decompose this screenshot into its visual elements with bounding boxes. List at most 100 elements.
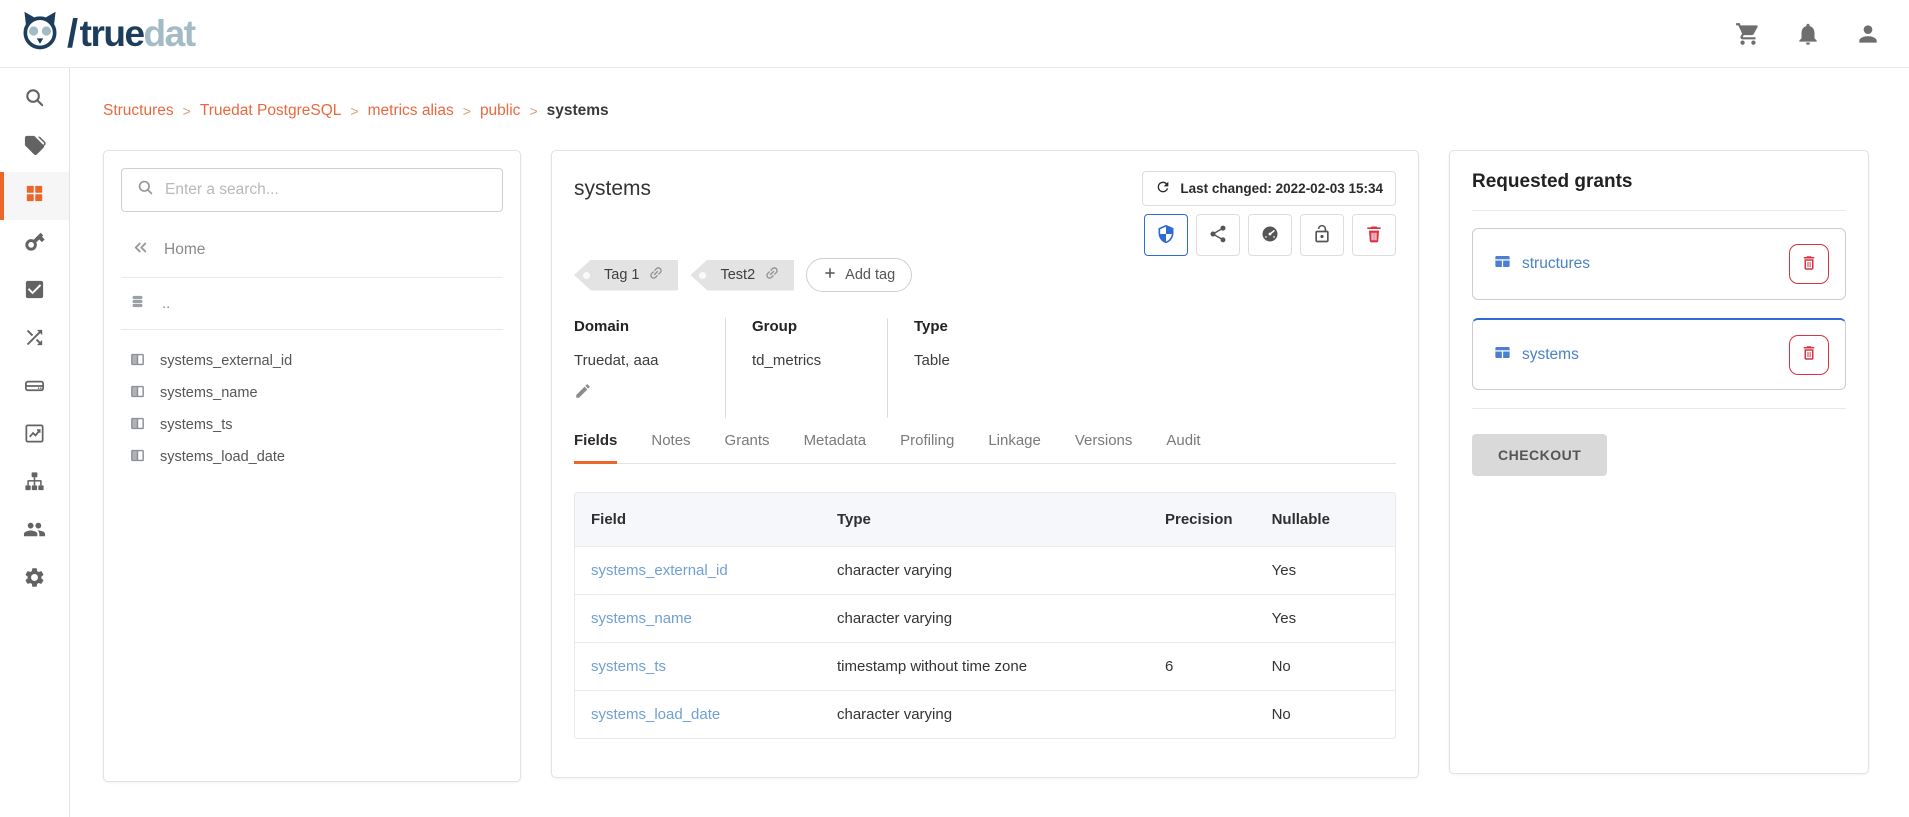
sidebar-item-search[interactable]: [0, 76, 69, 124]
field-precision: 6: [1149, 643, 1256, 691]
breadcrumb-truedat-postgresql[interactable]: Truedat PostgreSQL: [200, 102, 342, 120]
sidebar-item-permissions[interactable]: [0, 220, 69, 268]
breadcrumb: Structures > Truedat PostgreSQL > metric…: [103, 102, 1869, 120]
notifications-bell-icon[interactable]: [1795, 21, 1821, 47]
field-precision: [1149, 547, 1256, 595]
requested-grants-panel: Requested grants structures systems: [1449, 150, 1869, 774]
table-icon: [1493, 343, 1512, 367]
tab-audit[interactable]: Audit: [1166, 432, 1200, 464]
sidebar-item-sources[interactable]: [0, 364, 69, 412]
tab-profiling[interactable]: Profiling: [900, 432, 954, 464]
field-link[interactable]: systems_external_id: [591, 562, 728, 579]
unlock-icon: [1312, 224, 1332, 247]
field-link[interactable]: systems_name: [591, 610, 692, 627]
field-link[interactable]: systems_load_date: [591, 706, 720, 723]
unlock-button[interactable]: [1300, 214, 1344, 256]
last-changed-badge[interactable]: Last changed: 2022-02-03 15:34: [1142, 171, 1396, 206]
gear-icon: [23, 566, 46, 594]
sidebar-item-taxonomy[interactable]: [0, 460, 69, 508]
table-icon: [1493, 252, 1512, 276]
remove-grant-button[interactable]: [1789, 244, 1829, 284]
truedat-logo[interactable]: / truedat: [18, 9, 195, 58]
delete-button[interactable]: [1352, 214, 1396, 256]
group-value: td_metrics: [752, 352, 841, 369]
breadcrumb-metrics-alias[interactable]: metrics alias: [368, 102, 454, 120]
divider: [121, 329, 503, 330]
explorer-field-item[interactable]: systems_name: [129, 377, 503, 409]
field-precision: [1149, 691, 1256, 739]
column-header-nullable: Nullable: [1256, 493, 1395, 547]
last-changed-text: Last changed: 2022-02-03 15:34: [1180, 181, 1383, 196]
sitemap-icon: [23, 470, 46, 498]
divider: [1472, 408, 1846, 409]
line-chart-icon: [23, 422, 46, 450]
explorer-field-item[interactable]: systems_load_date: [129, 441, 503, 473]
sidebar-item-dashboards[interactable]: [0, 412, 69, 460]
pencil-icon: [574, 387, 592, 404]
sidebar-item-lineage[interactable]: [0, 316, 69, 364]
add-tag-button[interactable]: Add tag: [806, 258, 912, 292]
breadcrumb-public[interactable]: public: [480, 102, 521, 120]
tab-metadata[interactable]: Metadata: [804, 432, 867, 464]
detail-tabs: Fields Notes Grants Metadata Profiling L…: [574, 432, 1396, 464]
share-button[interactable]: [1196, 214, 1240, 256]
modules-grid-icon: [23, 182, 46, 210]
sidebar-item-users[interactable]: [0, 508, 69, 556]
tag-pill[interactable]: Tag 1: [574, 260, 678, 291]
fields-table: Field Type Precision Nullable systems_ex…: [574, 492, 1396, 739]
remove-grant-button[interactable]: [1789, 335, 1829, 375]
divider: [121, 277, 503, 278]
explorer-home-link[interactable]: Home: [131, 238, 503, 262]
gauge-icon: [1260, 224, 1280, 247]
shield-icon: [1156, 224, 1176, 247]
explorer-parent-link[interactable]: ..: [129, 293, 503, 314]
tab-fields[interactable]: Fields: [574, 432, 617, 464]
sidebar-item-tags[interactable]: [0, 124, 69, 172]
table-column-icon: [129, 351, 146, 372]
chevron-double-left-icon: [131, 238, 150, 262]
cart-icon[interactable]: [1735, 21, 1761, 47]
sidebar-item-structures[interactable]: [0, 172, 69, 220]
tag-pill[interactable]: Test2: [690, 260, 794, 291]
table-column-icon: [129, 447, 146, 468]
checkout-button[interactable]: CHECKOUT: [1472, 434, 1607, 476]
field-link[interactable]: systems_ts: [591, 658, 666, 675]
explorer-home-label: Home: [164, 241, 205, 259]
link-icon: [764, 265, 780, 285]
sidebar-item-quality[interactable]: [0, 268, 69, 316]
tag-label: Test2: [720, 267, 755, 283]
field-nullable: Yes: [1256, 595, 1395, 643]
sidebar-item-settings[interactable]: [0, 556, 69, 604]
field-label: systems_name: [160, 385, 258, 401]
grant-link-systems[interactable]: systems: [1522, 346, 1579, 364]
users-group-icon: [23, 518, 46, 546]
protect-button[interactable]: [1144, 214, 1188, 256]
grant-card-systems: systems: [1472, 318, 1846, 390]
plus-icon: [823, 266, 837, 284]
breadcrumb-structures[interactable]: Structures: [103, 102, 174, 120]
table-column-icon: [129, 383, 146, 404]
search-icon: [136, 178, 155, 202]
breadcrumb-separator: >: [463, 103, 471, 119]
column-header-precision: Precision: [1149, 493, 1256, 547]
sidebar-rail: [0, 68, 70, 817]
grant-card-structures: structures: [1472, 228, 1846, 300]
explorer-search-box[interactable]: [121, 168, 503, 212]
tab-grants[interactable]: Grants: [725, 432, 770, 464]
user-profile-icon[interactable]: [1855, 21, 1881, 47]
grant-link-structures[interactable]: structures: [1522, 255, 1590, 273]
profiling-gauge-button[interactable]: [1248, 214, 1292, 256]
explorer-field-item[interactable]: systems_ts: [129, 409, 503, 441]
domain-label: Domain: [574, 318, 679, 335]
field-nullable: No: [1256, 643, 1395, 691]
explorer-field-item[interactable]: systems_external_id: [129, 345, 503, 377]
tab-versions[interactable]: Versions: [1075, 432, 1133, 464]
trash-icon: [1364, 224, 1384, 247]
tab-notes[interactable]: Notes: [651, 432, 690, 464]
explorer-search-input[interactable]: [165, 181, 488, 199]
table-row: systems_external_id character varying Ye…: [575, 547, 1395, 595]
domain-value: Truedat, aaa: [574, 352, 679, 369]
edit-domain-button[interactable]: [574, 382, 592, 400]
shuffle-icon: [23, 326, 46, 354]
tab-linkage[interactable]: Linkage: [988, 432, 1041, 464]
